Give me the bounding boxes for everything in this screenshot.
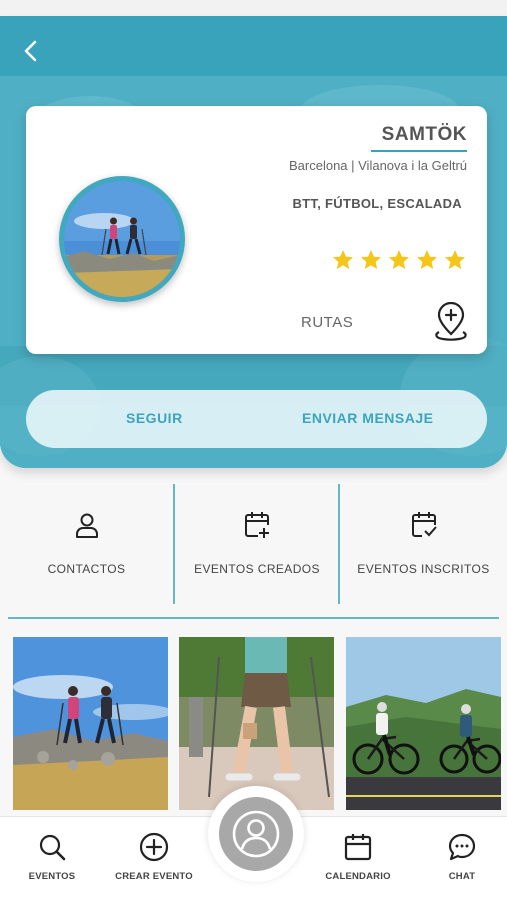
nav-crear-evento-label: CREAR EVENTO bbox=[115, 871, 193, 882]
status-bar bbox=[0, 0, 507, 16]
stats-divider bbox=[338, 484, 340, 604]
follow-button[interactable]: SEGUIR bbox=[126, 410, 183, 426]
calendar-check-icon bbox=[411, 512, 437, 537]
map-pin-plus-icon bbox=[435, 301, 467, 341]
star-icon bbox=[333, 250, 353, 269]
gallery-photo-hikers[interactable] bbox=[13, 637, 168, 810]
calendar-icon bbox=[344, 834, 372, 861]
user-circle-icon bbox=[232, 810, 280, 858]
star-icon bbox=[389, 250, 409, 269]
profile-location: Barcelona | Vilanova i la Geltrú bbox=[288, 158, 467, 173]
profile-actions: SEGUIR ENVIAR MENSAJE bbox=[26, 390, 487, 448]
fab-inner bbox=[219, 797, 293, 871]
profile-sports: BTT, FÚTBOL, ESCALADA bbox=[292, 196, 462, 211]
stats-divider bbox=[173, 484, 175, 604]
section-divider bbox=[8, 617, 499, 619]
profile-avatar[interactable] bbox=[59, 176, 185, 302]
hikers-image bbox=[13, 637, 168, 810]
send-message-button[interactable]: ENVIAR MENSAJE bbox=[302, 410, 433, 426]
registered-events-button[interactable]: EVENTOS INSCRITOS bbox=[340, 484, 507, 604]
search-icon bbox=[39, 834, 66, 861]
chat-icon bbox=[448, 833, 476, 861]
add-route-button[interactable] bbox=[431, 301, 471, 342]
name-underline bbox=[371, 150, 467, 152]
photo-gallery bbox=[0, 637, 507, 810]
contacts-button[interactable]: CONTACTOS bbox=[0, 484, 173, 604]
rating-stars bbox=[331, 248, 467, 272]
avatar-photo bbox=[64, 181, 180, 297]
star-icon bbox=[445, 250, 465, 269]
profile-card: SAMTÖK Barcelona | Vilanova i la Geltrú … bbox=[26, 106, 487, 354]
cyclists-image bbox=[346, 637, 501, 810]
nav-chat-label: CHAT bbox=[448, 871, 476, 882]
nordic-walking-image bbox=[179, 637, 334, 810]
gallery-photo-cyclists[interactable] bbox=[346, 637, 501, 810]
chevron-left-icon bbox=[24, 40, 37, 62]
top-bar bbox=[0, 16, 507, 76]
person-icon bbox=[75, 513, 98, 538]
nav-eventos-label: EVENTOS bbox=[28, 871, 76, 882]
profile-name: SAMTÖK bbox=[381, 124, 467, 145]
created-events-button[interactable]: EVENTOS CREADOS bbox=[175, 484, 339, 604]
gallery-photo-nordic-walking[interactable] bbox=[179, 637, 334, 810]
star-icon bbox=[361, 250, 381, 269]
nav-crear-evento[interactable]: CREAR EVENTO bbox=[112, 831, 196, 882]
nav-calendario-label: CALENDARIO bbox=[325, 871, 391, 882]
back-button[interactable] bbox=[16, 36, 46, 66]
calendar-plus-icon bbox=[245, 512, 269, 538]
created-events-label: EVENTOS CREADOS bbox=[194, 562, 320, 576]
profile-center-button[interactable] bbox=[208, 786, 304, 882]
nav-eventos[interactable]: EVENTOS bbox=[22, 831, 82, 882]
contacts-label: CONTACTOS bbox=[47, 562, 126, 576]
plus-circle-icon bbox=[139, 832, 169, 862]
nav-chat[interactable]: CHAT bbox=[432, 831, 492, 882]
routes-label[interactable]: RUTAS bbox=[301, 314, 353, 331]
registered-events-label: EVENTOS INSCRITOS bbox=[357, 562, 490, 576]
nav-calendario[interactable]: CALENDARIO bbox=[322, 831, 394, 882]
star-icon bbox=[417, 250, 437, 269]
stats-row: CONTACTOS EVENTOS CREADOS EVENTOS INSCRI… bbox=[0, 484, 507, 604]
